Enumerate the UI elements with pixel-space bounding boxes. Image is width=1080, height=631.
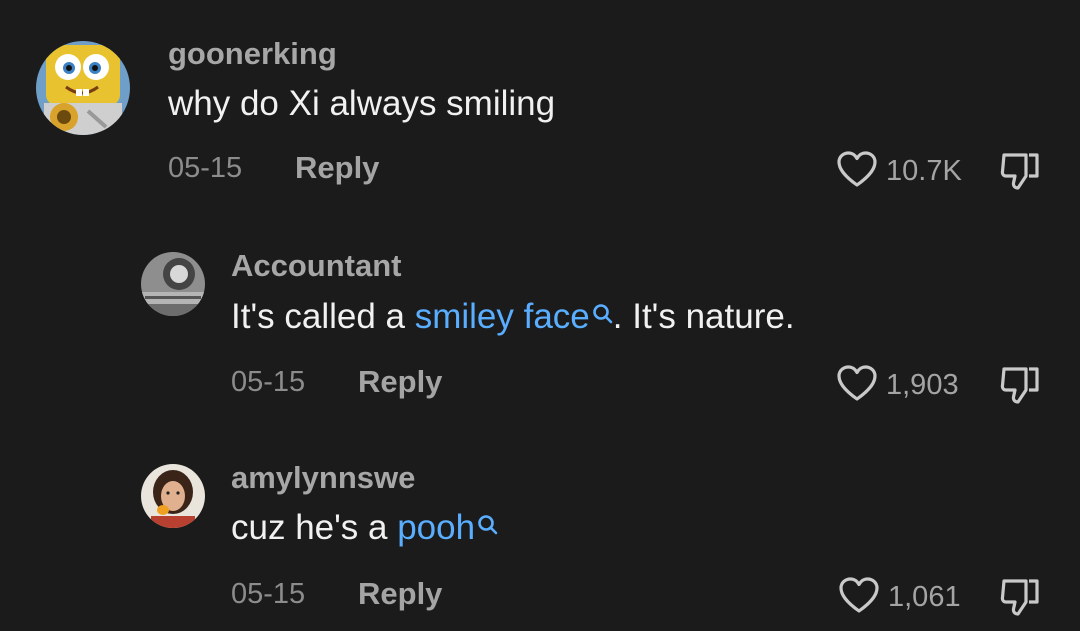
comment-username[interactable]: amylynnswe (231, 460, 415, 496)
dislike-button[interactable] (998, 576, 1044, 623)
dislike-button[interactable] (998, 150, 1044, 197)
reply-button[interactable]: Reply (358, 576, 442, 612)
like-button[interactable]: 1,061 (838, 576, 961, 619)
text-segment: . It's nature. (612, 297, 795, 336)
text-segment: cuz he's a (231, 508, 398, 547)
dislike-button[interactable] (998, 364, 1044, 411)
comment-date: 05-15 (231, 366, 306, 398)
like-count: 1,061 (888, 581, 961, 613)
text-segment: It's called a (231, 297, 415, 336)
comment-username[interactable]: Accountant (231, 248, 402, 284)
like-count: 1,903 (886, 369, 959, 401)
search-link-label: pooh (397, 508, 476, 547)
avatar[interactable] (36, 41, 130, 135)
comment-text: why do Xi always smiling (168, 84, 556, 123)
comment-text: cuz he's a pooh (231, 508, 498, 548)
search-link-label: smiley face (414, 297, 590, 336)
like-button[interactable]: 10.7K (836, 150, 962, 193)
reply-button[interactable]: Reply (358, 364, 442, 400)
heart-outline-icon (836, 150, 878, 193)
search-link[interactable]: smiley face (415, 297, 613, 336)
like-button[interactable]: 1,903 (836, 364, 959, 407)
search-icon (591, 295, 613, 335)
heart-outline-icon (838, 576, 880, 619)
thumbs-down-icon (1000, 367, 1039, 404)
avatar[interactable] (141, 252, 205, 316)
comment-username[interactable]: goonerking (168, 36, 337, 72)
comment-date: 05-15 (168, 152, 243, 184)
search-link[interactable]: pooh (397, 508, 498, 547)
heart-outline-icon (836, 364, 878, 407)
comment-date: 05-15 (231, 578, 306, 610)
reply-button[interactable]: Reply (295, 150, 379, 186)
thumbs-down-icon (1000, 579, 1039, 616)
comment-text: It's called a smiley face . It's nature. (231, 297, 795, 337)
thumbs-down-icon (1000, 153, 1039, 190)
like-count: 10.7K (886, 155, 962, 187)
search-icon (476, 506, 498, 546)
avatar[interactable] (141, 464, 205, 528)
